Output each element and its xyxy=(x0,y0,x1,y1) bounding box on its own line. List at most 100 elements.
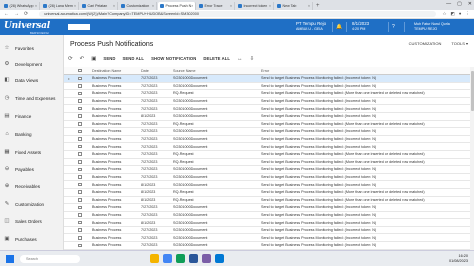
taskbar-search-input[interactable]: Search xyxy=(20,255,80,263)
nav-item-favorites[interactable]: ☆ Favorites xyxy=(0,43,64,53)
row-selector[interactable] xyxy=(68,197,73,204)
browser-tab[interactable]: Cari Pelatan × xyxy=(80,2,118,10)
table-row[interactable]: Business Process 7/27/2023 SO301000Documen… xyxy=(64,83,474,91)
file-explorer-icon[interactable] xyxy=(150,254,159,263)
table-row[interactable]: Business Process 7/27/2023 SO301000Documen… xyxy=(64,242,474,250)
table-row[interactable]: Business Process 8/1/2023 SO301000Document… xyxy=(64,181,474,189)
table-row[interactable]: Business Process 8/1/2023 SO301000Document… xyxy=(64,219,474,227)
browser-tab[interactable]: Error Trace × xyxy=(197,2,235,10)
row-selector[interactable] xyxy=(68,189,73,196)
row-selector[interactable] xyxy=(68,121,73,128)
table-row[interactable]: Business Process 8/1/2023 SO301000Document… xyxy=(64,113,474,121)
row-selector[interactable] xyxy=(68,174,73,181)
tab-close-icon[interactable]: × xyxy=(230,4,232,8)
outlook-icon[interactable] xyxy=(215,254,224,263)
tab-close-icon[interactable]: × xyxy=(308,4,310,8)
url-field[interactable]: universal.acumatica.com/(W(2))/Main?Comp… xyxy=(39,11,437,17)
maximize-icon[interactable]: ▢ xyxy=(457,1,462,7)
row-selector[interactable] xyxy=(68,242,73,249)
extensions-icon[interactable]: ◩ xyxy=(451,11,455,17)
browser-tab[interactable]: Process Push N × xyxy=(158,2,196,10)
row-selector[interactable] xyxy=(68,181,73,188)
send-button[interactable]: SEND xyxy=(103,56,115,61)
teams-icon[interactable] xyxy=(202,254,211,263)
row-checkbox[interactable] xyxy=(78,242,84,249)
windows-start-icon[interactable] xyxy=(6,255,14,263)
nav-item-banking[interactable]: ⌂ Banking xyxy=(0,129,64,139)
nav-item-development[interactable]: ⚙ Development xyxy=(0,59,64,69)
row-selector[interactable] xyxy=(68,90,73,97)
row-checkbox[interactable] xyxy=(78,166,84,173)
nav-item-purchases[interactable]: ▣ Purchases xyxy=(0,234,64,244)
table-row[interactable]: Business Process 7/27/2023 RQ-Request Send … xyxy=(64,90,474,98)
row-checkbox[interactable] xyxy=(78,197,84,204)
row-checkbox[interactable] xyxy=(78,98,84,105)
undo-icon[interactable]: ↶ xyxy=(80,56,85,62)
row-checkbox[interactable] xyxy=(78,159,84,166)
column-header-destination[interactable]: Destination Name xyxy=(92,67,142,74)
row-selector[interactable] xyxy=(68,98,73,105)
minimize-icon[interactable]: — xyxy=(446,1,451,7)
browser-tab[interactable]: New Tab × xyxy=(275,2,313,10)
global-search-input[interactable] xyxy=(68,24,90,30)
row-checkbox[interactable] xyxy=(78,151,84,158)
row-selector[interactable] xyxy=(68,204,73,211)
table-row[interactable]: Business Process 7/27/2023 SO301000Documen… xyxy=(64,105,474,113)
tab-close-icon[interactable]: × xyxy=(152,4,154,8)
notifications-icon[interactable]: 🔔 xyxy=(336,24,342,30)
column-header-source[interactable]: Source Name xyxy=(173,67,253,74)
show-notification-button[interactable]: SHOW NOTIFICATION xyxy=(151,56,196,61)
browser-tab[interactable]: (28) Lana Mem × xyxy=(41,2,79,10)
export-icon[interactable]: ⇩ xyxy=(250,56,255,62)
reload-icon[interactable]: ⟳ xyxy=(24,11,28,17)
row-selector[interactable] xyxy=(68,234,73,241)
table-row[interactable]: Business Process 7/27/2023 SO301000Documen… xyxy=(64,227,474,235)
row-checkbox[interactable] xyxy=(78,189,84,196)
nav-item-receivables[interactable]: ⊕ Receivables xyxy=(0,181,64,191)
tab-close-icon[interactable]: × xyxy=(113,4,115,8)
fit-columns-icon[interactable]: ↔ xyxy=(237,56,243,62)
close-icon[interactable]: ✕ xyxy=(468,1,472,7)
grid-scrollbar[interactable] xyxy=(470,67,474,250)
row-checkbox[interactable] xyxy=(78,90,84,97)
row-selector[interactable] xyxy=(68,128,73,135)
table-row[interactable]: Business Process 7/27/2023 SO301000Documen… xyxy=(64,143,474,151)
table-row[interactable]: Business Process 8/1/2023 RQ-Request Send t… xyxy=(64,189,474,197)
tab-close-icon[interactable]: × xyxy=(35,4,37,8)
row-checkbox[interactable] xyxy=(78,136,84,143)
row-checkbox[interactable] xyxy=(78,219,84,226)
table-row[interactable]: Business Process 7/27/2023 SO301000Documen… xyxy=(64,166,474,174)
new-tab-button[interactable]: + xyxy=(316,2,320,10)
word-icon[interactable] xyxy=(189,254,198,263)
row-checkbox[interactable] xyxy=(78,105,84,112)
star-icon[interactable]: ☆ xyxy=(442,11,446,17)
scrollbar-thumb[interactable] xyxy=(470,71,474,111)
row-selector[interactable] xyxy=(68,143,73,150)
row-checkbox[interactable] xyxy=(78,212,84,219)
row-selector[interactable] xyxy=(68,227,73,234)
row-selector[interactable] xyxy=(68,151,73,158)
row-selector[interactable] xyxy=(68,105,73,112)
forward-icon[interactable]: → xyxy=(14,11,19,17)
row-checkbox[interactable] xyxy=(78,227,84,234)
row-checkbox[interactable] xyxy=(78,75,84,82)
row-selector[interactable] xyxy=(68,136,73,143)
nav-item-fixed-assets[interactable]: ▦ Fixed Assets xyxy=(0,147,64,157)
row-selector[interactable]: ▸ xyxy=(68,75,73,82)
row-selector[interactable] xyxy=(68,83,73,90)
table-row[interactable]: Business Process 7/27/2023 SO301000Documen… xyxy=(64,234,474,243)
row-selector[interactable] xyxy=(68,159,73,166)
save-icon[interactable]: ▣ xyxy=(91,56,96,62)
row-checkbox[interactable] xyxy=(78,181,84,188)
taskbar-clock[interactable]: 16:20 01/08/2023 xyxy=(449,254,468,264)
row-checkbox[interactable] xyxy=(78,234,84,241)
table-row[interactable]: Business Process 7/27/2023 SO301000Documen… xyxy=(64,204,474,212)
nav-item-finance[interactable]: ▤ Finance xyxy=(0,111,64,121)
table-row[interactable]: ▸ Business Process 7/27/2023 SO301000Docume… xyxy=(64,75,474,83)
browser-tab[interactable]: Incorrect token × xyxy=(236,2,274,10)
profile-icon[interactable]: ● xyxy=(459,11,462,17)
row-selector[interactable] xyxy=(68,219,73,226)
app-logo[interactable]: Universal BERSINERGI xyxy=(4,21,66,35)
table-row[interactable]: Business Process 7/27/2023 SO301000Documen… xyxy=(64,136,474,144)
row-selector[interactable] xyxy=(68,113,73,120)
